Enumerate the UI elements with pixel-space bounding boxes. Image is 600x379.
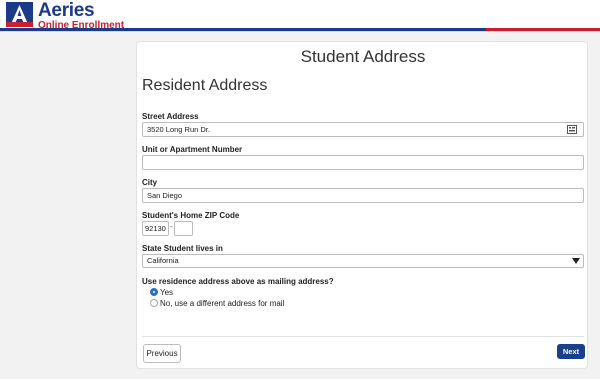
mailing-option-yes[interactable]: Yes xyxy=(150,287,173,297)
section-title: Resident Address xyxy=(142,77,268,94)
mailing-option-no-label: No, use a different address for mail xyxy=(160,298,285,308)
header-divider xyxy=(0,31,600,32)
mailing-option-yes-label: Yes xyxy=(160,287,174,297)
state-select[interactable]: California xyxy=(142,254,584,268)
zip-code-input[interactable]: 92130 xyxy=(142,221,169,236)
form-footer-divider xyxy=(142,336,584,337)
street-address-value: 3520 Long Run Dr. xyxy=(147,125,210,134)
brand: Aeries Online Enrollment xyxy=(38,1,124,31)
street-address-input[interactable]: 3520 Long Run Dr. xyxy=(142,122,584,137)
address-lookup-icon[interactable] xyxy=(567,125,577,134)
brand-name: Aeries xyxy=(38,0,95,21)
zip-extension-input[interactable] xyxy=(174,221,193,236)
radio-unchecked-icon[interactable] xyxy=(150,299,158,307)
chevron-down-icon xyxy=(572,258,580,264)
mailing-question: Use residence address above as mailing a… xyxy=(142,277,334,286)
app-header: Aeries Online Enrollment xyxy=(0,0,600,32)
city-label: City xyxy=(142,178,158,187)
aeries-logo-icon xyxy=(6,2,33,27)
zip-code-value: 92130 xyxy=(145,224,166,233)
state-label: State Student lives in xyxy=(142,244,223,253)
mailing-option-no[interactable]: No, use a different address for mail xyxy=(150,298,284,308)
address-form-card: Student Address Resident Address Street … xyxy=(136,41,588,369)
radio-checked-icon[interactable] xyxy=(150,288,158,296)
zip-label: Student's Home ZIP Code xyxy=(142,211,240,220)
city-input[interactable]: San Diego xyxy=(142,188,584,203)
city-value: San Diego xyxy=(147,191,183,200)
previous-button[interactable]: Previous xyxy=(143,344,181,363)
unit-input[interactable] xyxy=(142,155,584,170)
state-selected-value: California xyxy=(147,256,179,265)
next-button[interactable]: Next xyxy=(557,344,585,359)
street-address-label: Street Address xyxy=(142,112,199,121)
unit-label: Unit or Apartment Number xyxy=(142,145,243,154)
page-title: Student Address xyxy=(300,47,426,66)
zip-separator: - xyxy=(170,222,173,231)
